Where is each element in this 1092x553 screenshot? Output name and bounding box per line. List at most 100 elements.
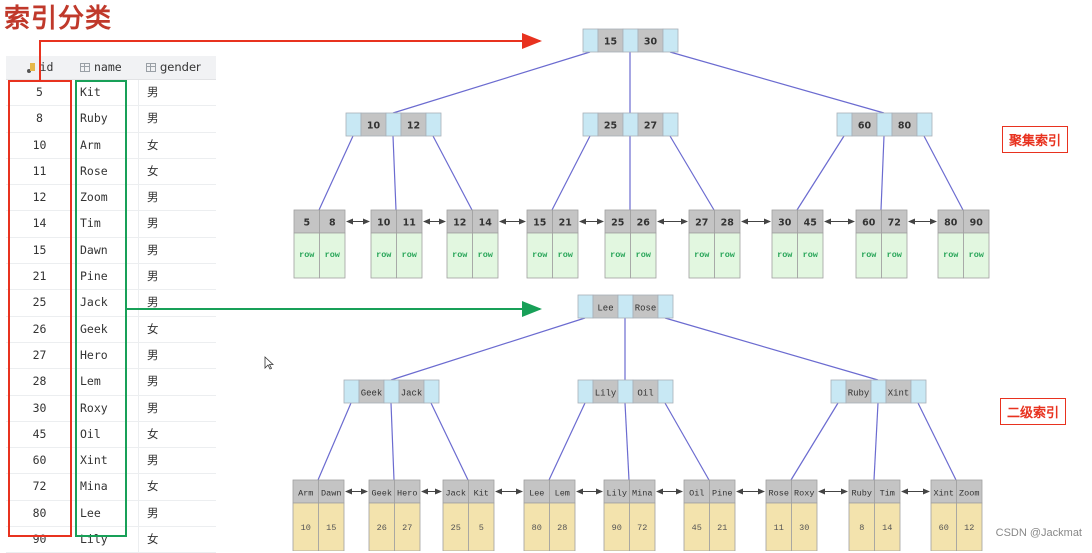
leaf-key: Jack xyxy=(446,489,466,499)
leaf-key: 80 xyxy=(944,218,958,229)
node-key: 60 xyxy=(858,121,872,132)
clustered-edge xyxy=(392,51,591,114)
leaf-key: 5 xyxy=(303,218,310,229)
leaf-row: row xyxy=(478,250,494,260)
child-pointer-cell xyxy=(577,294,594,319)
secondary-edge xyxy=(548,402,586,481)
watermark: CSDN @Jackmat xyxy=(995,527,1082,539)
node-key: 10 xyxy=(367,121,381,132)
secondary-edge xyxy=(390,402,395,481)
secondary-leaf-node: Arm 10 Dawn 15 xyxy=(292,479,345,551)
secondary-leaf-node: Ruby 8 Tim 14 xyxy=(848,479,901,551)
leaf-row: row xyxy=(402,250,418,260)
secondary-edge xyxy=(664,317,879,381)
child-pointer-cell xyxy=(622,112,639,137)
leaf-key: Geek xyxy=(372,489,392,499)
clustered-internal-node: 10 12 xyxy=(345,112,442,137)
clustered-leaf-node: 27 row 28 row xyxy=(688,209,741,279)
child-pointer-cell xyxy=(343,379,360,404)
secondary-leaf-node: Jack 25 Kit 5 xyxy=(442,479,495,551)
clustered-edge xyxy=(551,135,591,211)
leaf-row: row xyxy=(325,250,341,260)
leaf-key: Zoom xyxy=(959,489,979,499)
secondary-edge xyxy=(664,402,710,481)
child-pointer-cell xyxy=(662,28,679,53)
leaf-key: Xint xyxy=(934,489,954,499)
child-pointer-cell xyxy=(622,28,639,53)
leaf-value: 11 xyxy=(774,523,784,533)
child-pointer-cell xyxy=(657,379,674,404)
leaf-value: 10 xyxy=(301,523,311,533)
child-pointer-cell xyxy=(385,112,402,137)
leaf-key: Dawn xyxy=(321,489,341,499)
node-key: Xint xyxy=(888,389,910,399)
leaf-value: 5 xyxy=(479,523,484,533)
clustered-index-pointer-arrow xyxy=(39,33,542,80)
leaf-key: Kit xyxy=(474,489,489,499)
child-pointer-cell xyxy=(876,112,893,137)
child-pointer-cell xyxy=(617,294,634,319)
clustered-leaf-node: 30 row 45 row xyxy=(771,209,824,279)
leaf-value: 8 xyxy=(859,523,864,533)
secondary-leaf-node: Geek 26 Hero 27 xyxy=(368,479,421,551)
leaf-value: 60 xyxy=(939,523,949,533)
secondary-edge xyxy=(917,402,957,481)
leaf-value: 14 xyxy=(882,523,892,533)
node-key: 27 xyxy=(644,121,657,132)
clustered-leaf-node: 25 row 26 row xyxy=(604,209,657,279)
secondary-leaf-node: Lily 90 Mina 72 xyxy=(603,479,656,551)
clustered-leaf-node: 12 row 14 row xyxy=(446,209,499,279)
leaf-key: 12 xyxy=(453,218,466,229)
leaf-value: 45 xyxy=(692,523,702,533)
leaf-row: row xyxy=(532,250,548,260)
child-pointer-cell xyxy=(383,379,400,404)
child-pointer-cell xyxy=(617,379,634,404)
clustered-edge xyxy=(880,135,885,211)
clustered-edge xyxy=(923,135,964,211)
leaf-row: row xyxy=(694,250,710,260)
child-pointer-cell xyxy=(577,379,594,404)
leaf-key: Oil xyxy=(689,489,704,499)
leaf-key: 72 xyxy=(888,218,901,229)
leaf-value: 90 xyxy=(612,523,622,533)
node-key: 15 xyxy=(604,37,617,48)
secondary-leaf-node: Oil 45 Pine 21 xyxy=(683,479,736,551)
clustered-edge xyxy=(432,135,473,211)
child-pointer-cell xyxy=(830,379,847,404)
secondary-edge xyxy=(790,402,839,481)
child-pointer-cell xyxy=(910,379,927,404)
clustered-root-node: 15 30 xyxy=(582,28,679,53)
leaf-key: Lem xyxy=(555,489,570,499)
secondary-internal-node: Lily Oil xyxy=(577,379,674,404)
secondary-root-node: Lee Rose xyxy=(577,294,674,319)
leaf-key: 60 xyxy=(862,218,876,229)
secondary-leaf-node: Rose 11 Roxy 30 xyxy=(765,479,818,551)
leaf-row: row xyxy=(610,250,626,260)
leaf-row: row xyxy=(777,250,793,260)
leaf-row: row xyxy=(720,250,736,260)
leaf-row: row xyxy=(887,250,903,260)
clustered-internal-node: 25 27 xyxy=(582,112,679,137)
secondary-leaf-node: Xint 60 Zoom 12 xyxy=(930,479,983,551)
child-pointer-cell xyxy=(662,112,679,137)
node-key: Ruby xyxy=(848,389,870,399)
leaf-key: Lily xyxy=(607,489,627,499)
node-key: 80 xyxy=(898,121,912,132)
secondary-internal-node: Ruby Xint xyxy=(830,379,927,404)
clustered-edge xyxy=(796,135,845,211)
node-key: Lily xyxy=(595,389,617,399)
secondary-edge xyxy=(317,402,352,481)
leaf-key: Arm xyxy=(298,489,313,499)
node-key: 12 xyxy=(407,121,420,132)
clustered-edge xyxy=(318,135,354,211)
leaf-key: 21 xyxy=(559,218,572,229)
leaf-key: 27 xyxy=(695,218,708,229)
child-pointer-cell xyxy=(916,112,933,137)
leaf-value: 26 xyxy=(377,523,387,533)
leaf-key: Tim xyxy=(880,489,895,499)
leaf-key: 14 xyxy=(479,218,493,229)
leaf-key: Pine xyxy=(712,489,732,499)
leaf-row: row xyxy=(969,250,985,260)
node-key: 25 xyxy=(604,121,617,132)
mouse-cursor-icon xyxy=(264,356,274,370)
